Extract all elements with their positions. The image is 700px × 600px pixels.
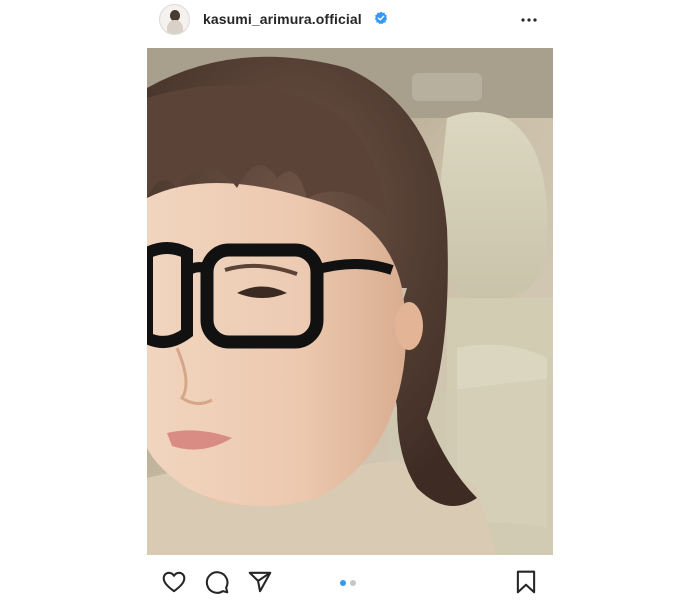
comment-icon[interactable] (204, 569, 230, 595)
selfie-image (147, 48, 553, 555)
bookmark-icon[interactable] (513, 569, 539, 595)
send-icon[interactable] (247, 569, 273, 595)
verified-badge-icon (374, 11, 388, 25)
post-header: kasumi_arimura.official (147, 0, 553, 44)
carousel-dot-active (340, 580, 346, 586)
more-options-icon[interactable] (519, 10, 539, 30)
carousel-dot (350, 580, 356, 586)
instagram-post: kasumi_arimura.official (147, 0, 553, 600)
heart-icon[interactable] (161, 569, 187, 595)
post-action-bar (147, 559, 553, 600)
profile-avatar[interactable] (159, 4, 190, 35)
post-photo[interactable] (147, 48, 553, 555)
post-username[interactable]: kasumi_arimura.official (203, 11, 362, 27)
